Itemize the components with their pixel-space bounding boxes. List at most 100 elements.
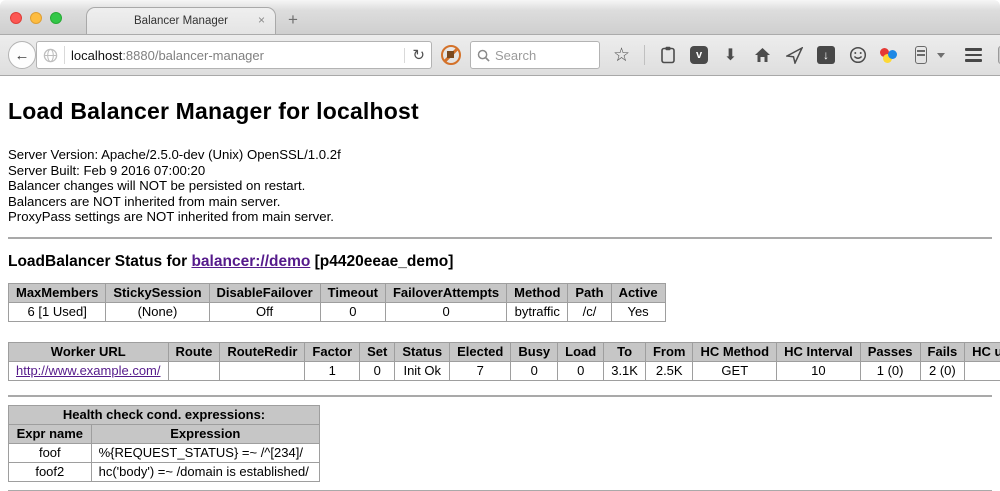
table-row: http://www.example.com/10Init Ok7003.1K2… (9, 361, 1000, 380)
column-header: Elected (450, 342, 511, 361)
column-header: Path (568, 283, 611, 302)
table-cell: 3.1K (604, 361, 646, 380)
column-header: HC Interval (777, 342, 861, 361)
close-window-button[interactable] (10, 12, 22, 24)
table-cell: 6 [1 Used] (9, 302, 106, 321)
bookmark-star-icon[interactable]: ☆ (612, 46, 631, 65)
url-bar[interactable]: localhost:8880/balancer-manager ↻ (36, 41, 432, 69)
column-header: DisableFailover (209, 283, 320, 302)
downloads-arrow-icon[interactable]: ⬇ (721, 46, 740, 65)
column-header: RouteRedir (220, 342, 305, 361)
table-cell: bytraffic (507, 302, 568, 321)
table-cell: 0 (385, 302, 506, 321)
column-header: HC Method (693, 342, 777, 361)
reload-icon[interactable]: ↻ (404, 48, 425, 63)
heading-prefix: LoadBalancer Status for (8, 253, 191, 270)
toolbar-icons: ☆ v ⬇ ↓ (612, 45, 945, 65)
search-bar[interactable] (470, 41, 600, 69)
table-cell: Init Ok (395, 361, 450, 380)
divider (8, 237, 992, 239)
battery-extension-icon[interactable] (911, 46, 930, 65)
menu-hamburger-icon[interactable] (965, 48, 982, 62)
site-identity-globe-icon[interactable] (43, 48, 58, 63)
download-manager-icon[interactable]: ↓ (817, 46, 835, 64)
page-title: Load Balancer Manager for localhost (8, 76, 992, 125)
table-cell (965, 361, 1000, 380)
table-cell: 10 (777, 361, 861, 380)
divider (8, 395, 992, 397)
server-info-line: Server Built: Feb 9 2016 07:00:20 (8, 163, 992, 179)
health-check-table: Health check cond. expressions:Expr name… (8, 405, 320, 482)
loadbalancer-heading: LoadBalancer Status for balancer://demo … (8, 253, 992, 271)
column-header: Expression (91, 424, 319, 443)
table-cell: foof (9, 443, 92, 462)
column-header: StickySession (106, 283, 209, 302)
column-header: Timeout (320, 283, 385, 302)
column-header: FailoverAttempts (385, 283, 506, 302)
table-row: foof2hc('body') =~ /domain is establishe… (9, 462, 320, 481)
url-text[interactable]: localhost:8880/balancer-manager (71, 48, 398, 63)
search-icon (477, 49, 490, 62)
table-cell: 0 (360, 361, 395, 380)
balancer-demo-link[interactable]: balancer://demo (191, 253, 310, 270)
column-header: Status (395, 342, 450, 361)
back-button[interactable]: ← (8, 41, 36, 69)
new-tab-button[interactable]: + (288, 10, 298, 30)
table-row: 6 [1 Used](None)Off00bytraffic/c/Yes (9, 302, 666, 321)
table-cell: GET (693, 361, 777, 380)
column-header: MaxMembers (9, 283, 106, 302)
table-cell: 7 (450, 361, 511, 380)
column-header: Busy (511, 342, 558, 361)
table-cell: (None) (106, 302, 209, 321)
clipboard-icon[interactable] (658, 46, 677, 65)
navigation-toolbar: ← localhost:8880/balancer-manager ↻ ☆ (0, 34, 1000, 76)
column-header: Expr name (9, 424, 92, 443)
table-cell: foof2 (9, 462, 92, 481)
table-caption: Health check cond. expressions: (9, 405, 320, 424)
column-header: HC uri (965, 342, 1000, 361)
table-cell (168, 361, 220, 380)
minimize-window-button[interactable] (30, 12, 42, 24)
zoom-window-button[interactable] (50, 12, 62, 24)
column-header: From (645, 342, 693, 361)
colorful-dots-extension-icon[interactable] (880, 46, 898, 64)
table-cell: 2 (0) (920, 361, 965, 380)
url-separator (64, 46, 65, 64)
worker-table: Worker URLRouteRouteRedirFactorSetStatus… (8, 342, 1000, 381)
table-cell: hc('body') =~ /domain is established/ (91, 462, 319, 481)
chevron-down-icon[interactable] (937, 53, 945, 58)
server-info-line: Server Version: Apache/2.5.0-dev (Unix) … (8, 147, 992, 163)
table-cell: 1 (0) (860, 361, 920, 380)
server-info-list: Server Version: Apache/2.5.0-dev (Unix) … (8, 147, 992, 225)
server-info-line: Balancers are NOT inherited from main se… (8, 194, 992, 210)
column-header: Fails (920, 342, 965, 361)
window-controls (10, 12, 62, 24)
tab-balancer-manager[interactable]: Balancer Manager × (86, 7, 276, 34)
table-cell: http://www.example.com/ (9, 361, 169, 380)
balancer-status-table: MaxMembersStickySessionDisableFailoverTi… (8, 283, 666, 322)
column-header: Set (360, 342, 395, 361)
column-header: Passes (860, 342, 920, 361)
plugin-blocked-icon[interactable] (441, 45, 461, 65)
page-content: Load Balancer Manager for localhost Serv… (0, 76, 1000, 490)
table-cell: 0 (320, 302, 385, 321)
worker-url-link[interactable]: http://www.example.com/ (16, 363, 161, 378)
smiley-icon[interactable] (848, 46, 867, 65)
column-header: To (604, 342, 646, 361)
table-cell: 1 (305, 361, 360, 380)
send-plane-icon[interactable] (785, 46, 804, 65)
home-icon[interactable] (753, 46, 772, 65)
table-cell: /c/ (568, 302, 611, 321)
table-cell: 0 (511, 361, 558, 380)
table-cell: 0 (558, 361, 604, 380)
table-row: foof%{REQUEST_STATUS} =~ /^[234]/ (9, 443, 320, 462)
column-header: Load (558, 342, 604, 361)
server-info-line: ProxyPass settings are NOT inherited fro… (8, 209, 992, 225)
toolbar-divider (644, 45, 645, 65)
pocket-icon[interactable]: v (690, 46, 708, 64)
url-host: localhost (71, 48, 122, 63)
tab-close-icon[interactable]: × (258, 14, 265, 26)
url-path: :8880/balancer-manager (122, 48, 264, 63)
server-info-line: Balancer changes will NOT be persisted o… (8, 178, 992, 194)
search-input[interactable] (495, 48, 585, 63)
